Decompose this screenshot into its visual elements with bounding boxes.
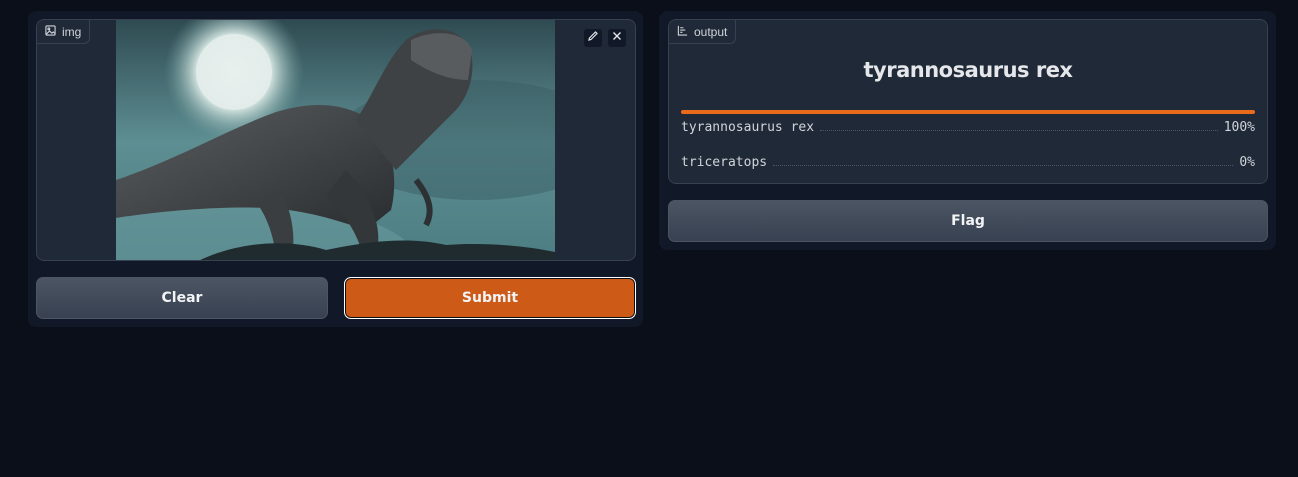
pencil-icon [587,29,599,47]
remove-image-button[interactable] [607,28,627,48]
label-icon [677,25,688,39]
clear-button[interactable]: Clear [36,277,328,319]
predicted-label: tyrannosaurus rex [863,58,1073,82]
output-label: output [694,24,728,39]
confidence-leader [773,165,1234,166]
confidence-value: 0% [1239,155,1255,170]
confidence-value: 100% [1223,120,1255,135]
confidence-label: triceratops [681,155,768,170]
image-input[interactable]: img [36,19,636,261]
confidence-bar [681,110,1255,114]
edit-image-button[interactable] [583,28,603,48]
uploaded-image [116,20,555,260]
flag-button[interactable]: Flag [668,200,1268,242]
input-panel: img Clear Submit [28,11,643,327]
confidence-row: tyrannosaurus rex 100% [681,120,1255,135]
label-output: output tyrannosaurus rex tyrannosaurus r… [668,19,1268,184]
confidence-leader [820,130,1218,131]
image-icon [45,24,56,39]
confidence-label: tyrannosaurus rex [681,120,815,135]
close-icon [611,29,623,47]
image-label: img [62,24,82,39]
confidence-row: triceratops 0% [681,155,1255,170]
output-label-tag: output [669,20,737,44]
image-label-tag: img [37,20,91,44]
submit-button[interactable]: Submit [344,277,636,319]
output-panel: output tyrannosaurus rex tyrannosaurus r… [659,11,1276,250]
image-toolbar [583,28,627,48]
